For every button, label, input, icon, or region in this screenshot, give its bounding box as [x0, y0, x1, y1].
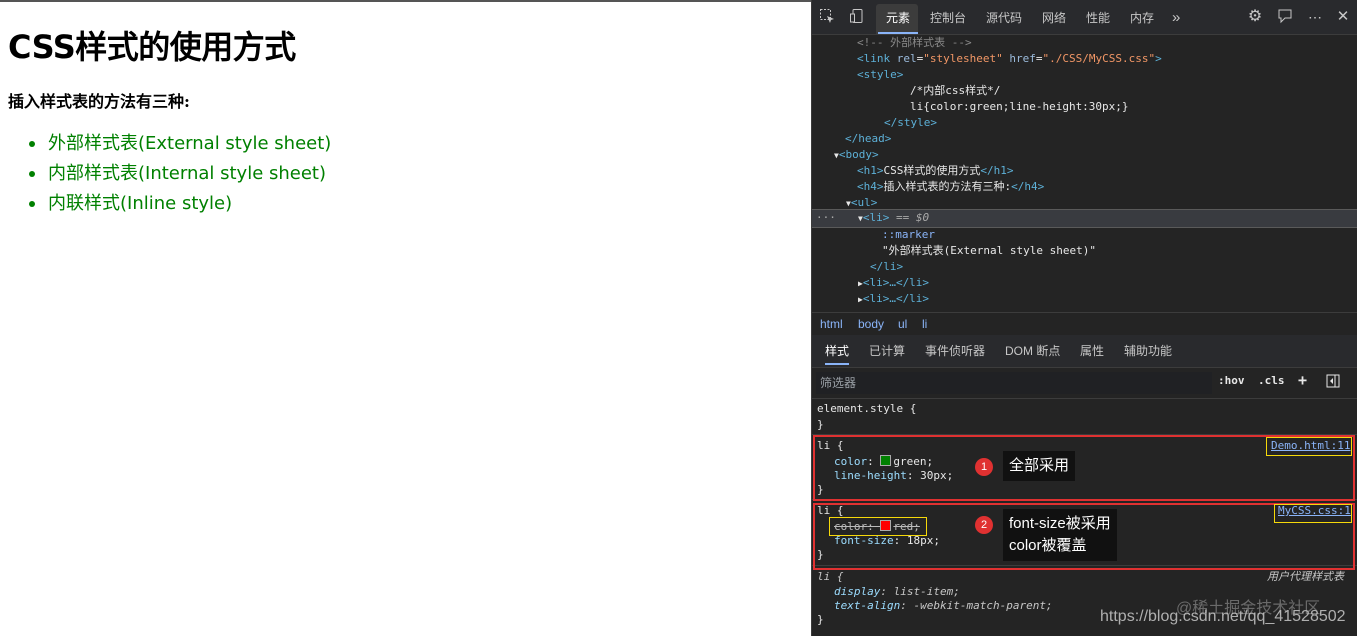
dom-node-li-selected[interactable]: ▼<li> == $0 — [858, 210, 929, 226]
add-rule-button[interactable]: + — [1298, 371, 1307, 389]
methods-list: 外部样式表(External style sheet) 内部样式表(Intern… — [8, 129, 331, 219]
more-options-icon[interactable]: ⋯ — [1306, 8, 1324, 26]
rendered-page: CSS样式的使用方式 插入样式表的方法有三种: 外部样式表(External s… — [0, 2, 811, 636]
rule3-selector[interactable]: li { — [817, 570, 844, 584]
annotation-badge-2: 2 — [975, 516, 993, 534]
annotation-callout-2: font-size被采用 color被覆盖 — [1003, 509, 1117, 561]
tab-elements[interactable]: 元素 — [877, 0, 919, 34]
dom-node-li[interactable]: ▶<li>…</li> — [858, 275, 929, 291]
styles-filter-bar: 筛选器 :hov .cls + — [812, 368, 1357, 399]
annotation-highlight-overridden — [829, 517, 927, 536]
hover-state-button[interactable]: :hov — [1218, 374, 1245, 387]
tab-event-listeners[interactable]: 事件侦听器 — [925, 335, 985, 367]
dom-style-comment: /*内部css样式*/ — [910, 84, 1001, 97]
tab-dom-breakpoints[interactable]: DOM 断点 — [1005, 335, 1060, 367]
breadcrumb-body[interactable]: body — [858, 313, 884, 335]
tab-memory[interactable]: 内存 — [1130, 0, 1154, 34]
tab-accessibility[interactable]: 辅助功能 — [1124, 335, 1172, 367]
bullet-icon — [29, 141, 35, 147]
element-style-selector[interactable]: element.style { — [817, 402, 916, 416]
dom-comment: <!-- 外部样式表 --> — [857, 36, 972, 49]
dom-pseudo-marker[interactable]: ::marker — [882, 227, 935, 243]
dom-node-link[interactable]: <link rel="stylesheet" href="./CSS/MyCSS… — [857, 51, 1162, 67]
dom-li-close: </li> — [870, 260, 904, 273]
user-agent-stylesheet-label: 用户代理样式表 — [1267, 570, 1344, 583]
tab-sources[interactable]: 源代码 — [986, 0, 1022, 34]
page-heading: CSS样式的使用方式 — [8, 28, 296, 66]
rule3-text-align-decl[interactable]: text-align: -webkit-match-parent; — [834, 599, 1053, 613]
tab-performance[interactable]: 性能 — [1086, 0, 1110, 34]
dom-node-body[interactable]: ▼<body> — [834, 147, 879, 163]
tab-network[interactable]: 网络 — [1042, 0, 1066, 34]
tab-styles[interactable]: 样式 — [825, 335, 850, 367]
dom-style-rule: li{color:green;line-height:30px;} — [910, 100, 1129, 113]
breadcrumb-html[interactable]: html — [820, 313, 843, 335]
dom-node-li[interactable]: ▶<li>…</li> — [858, 291, 929, 307]
page-subheading: 插入样式表的方法有三种: — [8, 92, 190, 111]
gear-icon[interactable]: ⚙ — [1246, 8, 1264, 26]
dom-node-h1[interactable]: <h1>CSS样式的使用方式</h1> — [857, 163, 1014, 179]
breadcrumb-ul[interactable]: ul — [898, 313, 907, 335]
bullet-icon — [29, 171, 35, 177]
tab-computed[interactable]: 已计算 — [869, 335, 905, 367]
dom-node-h4[interactable]: <h4>插入样式表的方法有三种:</h4> — [857, 179, 1044, 195]
rule3-display-decl[interactable]: display: list-item; — [834, 585, 960, 599]
more-tabs-button[interactable]: » — [1172, 0, 1180, 34]
filter-input[interactable]: 筛选器 — [816, 372, 1212, 394]
breadcrumb-li[interactable]: li — [922, 313, 927, 335]
dom-head-close: </head> — [845, 132, 892, 145]
close-icon[interactable]: ✕ — [1334, 8, 1352, 26]
dom-text-node[interactable]: "外部样式表(External style sheet)" — [882, 243, 1096, 259]
rule-close-brace: } — [817, 418, 824, 431]
class-toggle-button[interactable]: .cls — [1258, 374, 1285, 387]
tab-console[interactable]: 控制台 — [930, 0, 966, 34]
breadcrumb: html body ul li — [812, 312, 1357, 336]
dom-tree[interactable]: <!-- 外部样式表 --> <link rel="stylesheet" hr… — [812, 35, 1357, 310]
annotation-highlight-source1 — [1266, 437, 1352, 456]
node-actions-icon[interactable]: ··· — [816, 210, 836, 226]
list-item: 外部样式表(External style sheet) — [29, 129, 331, 159]
rule-close-brace: } — [817, 613, 824, 626]
sidebar-toggle-icon[interactable] — [1326, 374, 1340, 391]
watermark-url: https://blog.csdn.net/qq_41528502 — [1100, 608, 1346, 625]
device-toolbar-icon[interactable] — [848, 8, 866, 26]
bullet-icon — [29, 201, 35, 207]
dom-style-close: </style> — [884, 116, 937, 129]
annotation-highlight-source2 — [1274, 504, 1352, 523]
annotation-badge-1: 1 — [975, 458, 993, 476]
styles-subtabs: 样式 已计算 事件侦听器 DOM 断点 属性 辅助功能 — [812, 335, 1357, 368]
list-item: 内部样式表(Internal style sheet) — [29, 159, 331, 189]
list-item: 内联样式(Inline style) — [29, 189, 331, 219]
dom-node-style[interactable]: <style> — [857, 67, 903, 83]
devtools-toolbar: 元素 控制台 源代码 网络 性能 内存 » ⚙ ⋯ ✕ — [812, 0, 1357, 35]
feedback-icon[interactable] — [1276, 8, 1294, 26]
annotation-callout-1: 全部采用 — [1003, 451, 1076, 481]
inspect-element-icon[interactable] — [818, 8, 836, 26]
tab-properties[interactable]: 属性 — [1080, 335, 1104, 367]
